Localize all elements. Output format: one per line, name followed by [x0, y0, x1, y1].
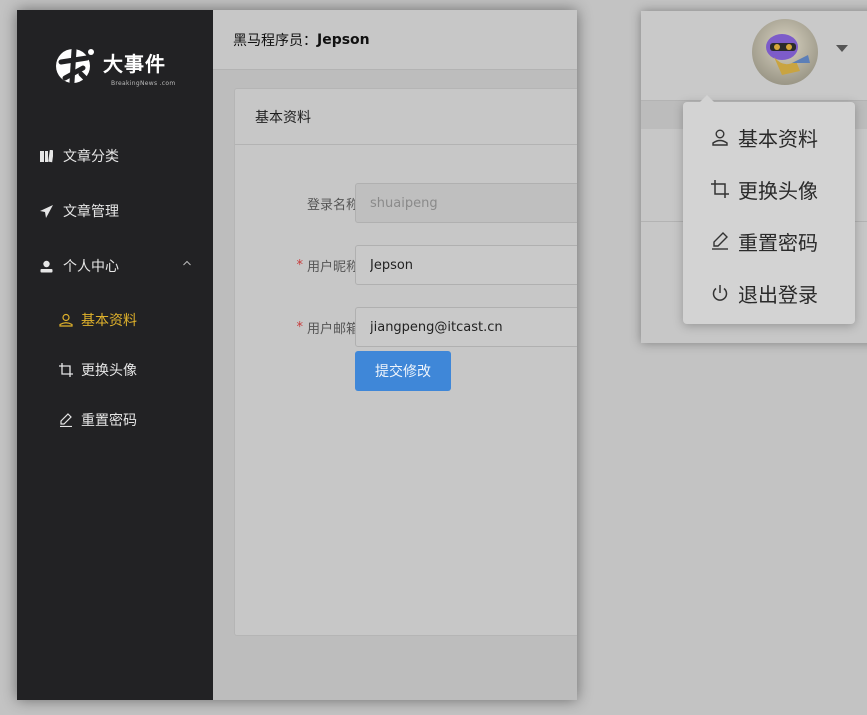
- user-outline-icon: [59, 313, 73, 327]
- nav-item-profile-center[interactable]: 个人中心: [17, 246, 213, 286]
- menu-item-label: 退出登录: [738, 282, 818, 307]
- nickname-input[interactable]: [355, 245, 577, 285]
- submit-button[interactable]: 提交修改: [355, 351, 451, 391]
- power-icon: [710, 283, 730, 303]
- nav-label: 文章分类: [63, 149, 119, 165]
- form-row-email: * 用户邮箱: [235, 307, 577, 347]
- required-mark: *: [296, 257, 303, 273]
- menu-item-label: 更换头像: [738, 178, 818, 203]
- sidebar-item-change-avatar[interactable]: 更换头像: [17, 350, 213, 390]
- chevron-down-icon[interactable]: [836, 45, 848, 52]
- chevron-up-icon: [183, 259, 191, 269]
- avatar-image: [752, 19, 818, 85]
- login-name-label: 登录名称: [307, 183, 359, 223]
- form-row-nickname: * 用户昵称: [235, 245, 577, 285]
- form-row-login-name: 登录名称: [235, 183, 577, 223]
- profile-card: 基本资料 登录名称 * 用户昵称 * 用户邮箱: [234, 88, 577, 636]
- login-name-input: [355, 183, 577, 223]
- crop-icon: [59, 363, 73, 377]
- user-dropdown-menu: 基本资料 更换头像 重置密码 退出登录: [683, 95, 855, 324]
- logo: 大事件 BreakingNews .com: [53, 42, 193, 92]
- field-label: 用户昵称: [306, 259, 359, 275]
- sub-item-label: 基本资料: [81, 313, 137, 329]
- nickname-label: * 用户昵称: [296, 245, 359, 285]
- field-label: 登录名称: [306, 197, 359, 213]
- header-username: Jepson: [317, 31, 370, 48]
- field-label: 用户邮箱: [306, 321, 359, 337]
- sidebar-item-basic-info[interactable]: 基本资料: [17, 300, 213, 340]
- menu-item-label: 基本资料: [738, 126, 818, 151]
- menu-item-label: 重置密码: [738, 230, 818, 255]
- menu-item-logout[interactable]: 退出登录: [683, 268, 855, 318]
- user-outline-icon: [710, 127, 730, 147]
- logo-subtitle: BreakingNews .com: [111, 80, 176, 87]
- sidebar: 大事件 BreakingNews .com 文章分类 文章管理 个人中心 基本资…: [17, 10, 213, 700]
- top-header: 黑马程序员： Jepson: [213, 10, 577, 70]
- dropdown-arrow: [700, 95, 714, 102]
- card-title: 基本资料: [235, 89, 577, 145]
- crop-icon: [710, 179, 730, 199]
- nav-item-category[interactable]: 文章分类: [17, 136, 213, 176]
- email-input[interactable]: [355, 307, 577, 347]
- edit-pen-icon: [59, 413, 73, 427]
- logo-mark-icon: [56, 47, 94, 85]
- user-icon: [39, 259, 53, 273]
- menu-item-basic-info[interactable]: 基本资料: [683, 112, 855, 162]
- logo-title: 大事件: [103, 52, 166, 76]
- sub-item-label: 更换头像: [81, 363, 137, 379]
- avatar[interactable]: [752, 19, 818, 85]
- category-icon: [39, 149, 53, 163]
- menu-item-reset-password[interactable]: 重置密码: [683, 216, 855, 266]
- main-content: 基本资料 登录名称 * 用户昵称 * 用户邮箱: [213, 70, 577, 700]
- main-app-window: 大事件 BreakingNews .com 文章分类 文章管理 个人中心 基本资…: [17, 10, 577, 700]
- nav-label: 文章管理: [63, 204, 119, 220]
- nav-label: 个人中心: [63, 259, 119, 275]
- nav-item-articles[interactable]: 文章管理: [17, 191, 213, 231]
- edit-pen-icon: [710, 231, 730, 251]
- menu-item-change-avatar[interactable]: 更换头像: [683, 164, 855, 214]
- dropdown-preview-window: 基本资料 更换头像 重置密码 退出登录: [641, 11, 867, 343]
- sidebar-item-reset-password[interactable]: 重置密码: [17, 400, 213, 440]
- sub-item-label: 重置密码: [81, 413, 137, 429]
- paper-plane-icon: [39, 204, 53, 218]
- email-label: * 用户邮箱: [296, 307, 359, 347]
- required-mark: *: [296, 319, 303, 335]
- header-prefix: 黑马程序员：: [233, 32, 317, 49]
